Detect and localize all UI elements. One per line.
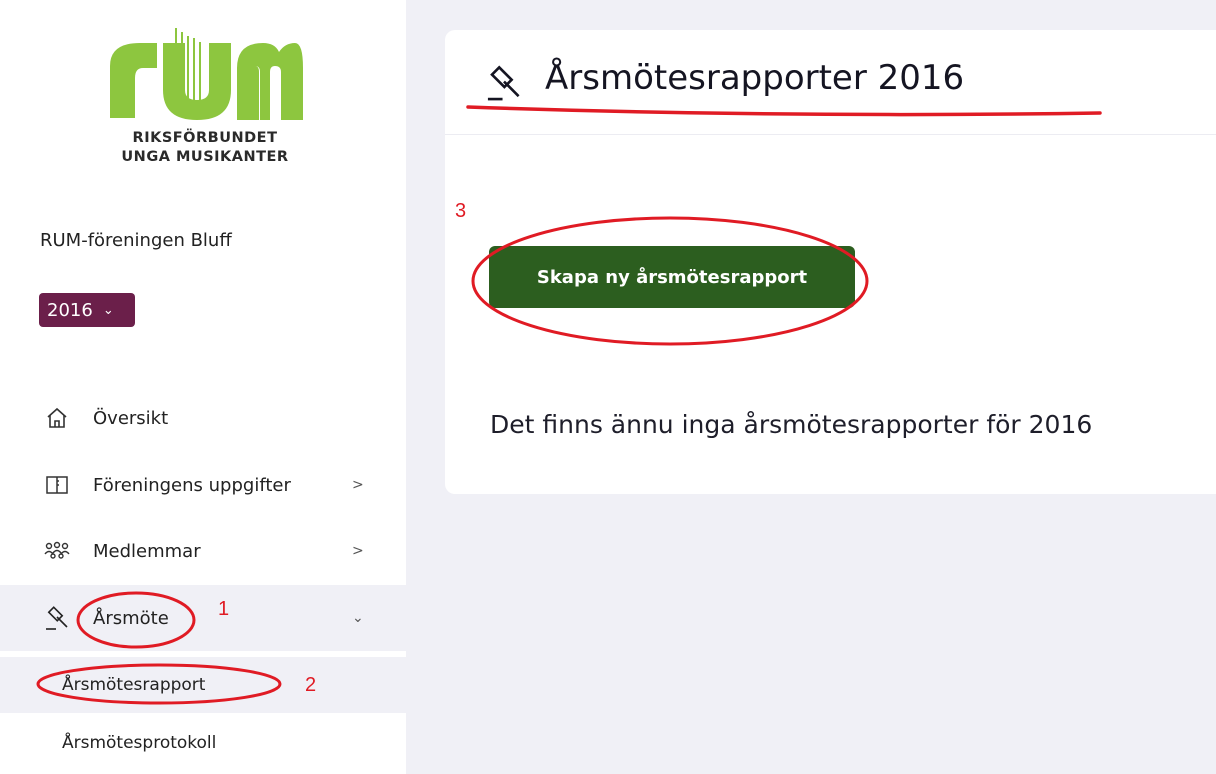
- chevron-down-icon: ⌄: [352, 610, 364, 626]
- sidebar-item-foreningens-uppgifter[interactable]: Föreningens uppgifter >: [0, 452, 406, 518]
- sidebar-subitem-label: Årsmötesrapport: [62, 675, 206, 695]
- annotation-label-3: 3: [455, 200, 467, 222]
- sidebar-subitem-label: Årsmötesprotokoll: [62, 733, 217, 753]
- year-select-value: 2016: [47, 299, 93, 321]
- empty-state-message: Det finns ännu inga årsmötesrapporter fö…: [490, 410, 1093, 439]
- divider: [445, 134, 1216, 135]
- chevron-right-icon: >: [352, 543, 364, 559]
- sidebar-item-oversikt[interactable]: Översikt: [0, 385, 406, 451]
- members-icon: [44, 538, 70, 564]
- sidebar-subitem-arsmotesrapport[interactable]: Årsmötesrapport: [0, 657, 406, 713]
- annotation-label-1: 1: [218, 598, 230, 620]
- sidebar-item-label: Översikt: [93, 407, 169, 429]
- gavel-icon: [44, 605, 70, 631]
- sidebar-item-label: Medlemmar: [93, 540, 201, 562]
- sidebar-item-label: Föreningens uppgifter: [93, 474, 291, 496]
- chevron-right-icon: >: [352, 477, 364, 493]
- book-icon: [44, 472, 70, 498]
- sidebar-subitem-arsmotesprotokoll[interactable]: Årsmötesprotokoll: [0, 715, 406, 771]
- org-name: RUM-föreningen Bluff: [40, 230, 232, 251]
- logo-line1: RIKSFÖRBUNDET: [132, 130, 278, 146]
- sidebar-item-label: Årsmöte: [93, 607, 169, 629]
- gavel-icon: [487, 65, 520, 101]
- main-card: Årsmötesrapporter 2016 Skapa ny årsmötes…: [445, 30, 1216, 494]
- logo-line2: UNGA MUSIKANTER: [121, 149, 289, 165]
- sidebar: RIKSFÖRBUNDET UNGA MUSIKANTER RUM-föreni…: [0, 0, 406, 774]
- home-icon: [44, 405, 70, 431]
- sidebar-item-arsmote[interactable]: Årsmöte ⌄: [0, 585, 406, 651]
- chevron-down-icon: ⌄: [102, 302, 114, 318]
- sidebar-item-medlemmar[interactable]: Medlemmar >: [0, 518, 406, 584]
- page-title: Årsmötesrapporter 2016: [545, 58, 965, 98]
- create-report-button[interactable]: Skapa ny årsmötesrapport: [489, 246, 855, 308]
- year-select[interactable]: 2016 ⌄: [39, 293, 135, 327]
- annotation-label-2: 2: [305, 674, 317, 696]
